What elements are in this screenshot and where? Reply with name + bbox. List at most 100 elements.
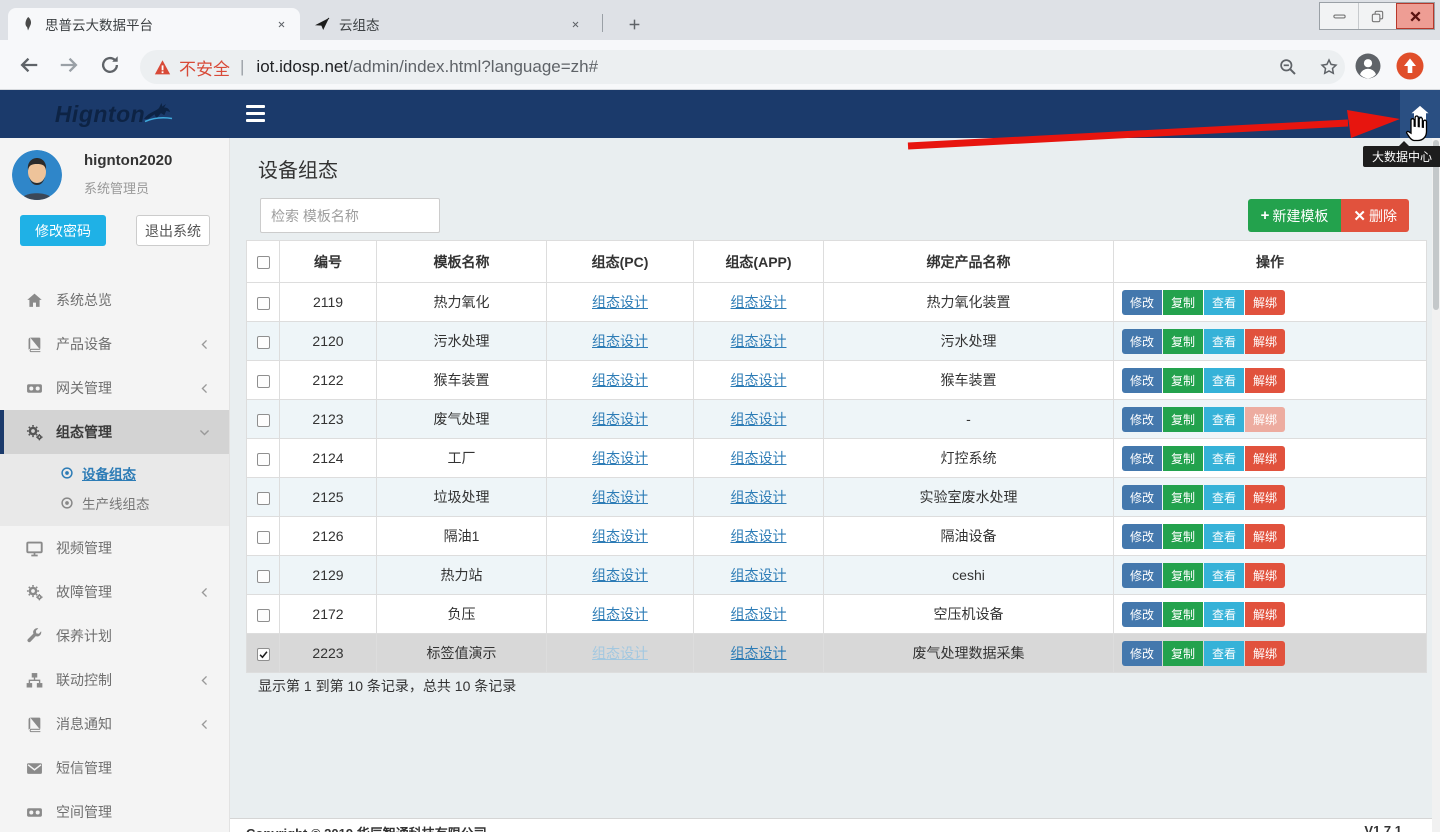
row-checkbox[interactable]: [257, 375, 270, 388]
sidebar-item[interactable]: 空间管理: [0, 790, 229, 832]
tab-close-icon[interactable]: [273, 16, 290, 33]
profile-avatar-icon[interactable]: [1355, 53, 1381, 79]
app-config-link[interactable]: 组态设计: [731, 606, 787, 622]
menu-toggle-button[interactable]: [246, 105, 265, 122]
unbind-button[interactable]: 解绑: [1245, 290, 1285, 315]
sidebar-item[interactable]: 保养计划: [0, 614, 229, 658]
edit-button[interactable]: 修改: [1122, 368, 1162, 393]
edit-button[interactable]: 修改: [1122, 485, 1162, 510]
app-config-link[interactable]: 组态设计: [731, 411, 787, 427]
pc-config-link[interactable]: 组态设计: [592, 450, 648, 466]
copy-button[interactable]: 复制: [1163, 563, 1203, 588]
view-button[interactable]: 查看: [1204, 641, 1244, 666]
row-checkbox[interactable]: [257, 531, 270, 544]
pc-config-link[interactable]: 组态设计: [592, 528, 648, 544]
sidebar-item[interactable]: 视频管理: [0, 526, 229, 570]
copy-button[interactable]: 复制: [1163, 329, 1203, 354]
browser-tab-active[interactable]: 思普云大数据平台: [8, 8, 300, 40]
view-button[interactable]: 查看: [1204, 329, 1244, 354]
change-password-button[interactable]: 修改密码: [20, 215, 106, 246]
sidebar-item[interactable]: 网关管理: [0, 366, 229, 410]
address-bar[interactable]: 不安全 | iot.idosp.net/admin/index.html?lan…: [140, 50, 1345, 84]
edit-button[interactable]: 修改: [1122, 641, 1162, 666]
app-config-link[interactable]: 组态设计: [731, 567, 787, 583]
edit-button[interactable]: 修改: [1122, 563, 1162, 588]
view-button[interactable]: 查看: [1204, 290, 1244, 315]
view-button[interactable]: 查看: [1204, 407, 1244, 432]
sidebar-subitem[interactable]: 设备组态: [0, 458, 229, 488]
view-button[interactable]: 查看: [1204, 368, 1244, 393]
row-checkbox[interactable]: [257, 492, 270, 505]
app-config-link[interactable]: 组态设计: [731, 294, 787, 310]
select-all-checkbox[interactable]: [257, 256, 270, 269]
unbind-button[interactable]: 解绑: [1245, 329, 1285, 354]
unbind-button[interactable]: 解绑: [1245, 368, 1285, 393]
new-tab-button[interactable]: [620, 10, 648, 38]
delete-button[interactable]: ✕删除: [1341, 199, 1409, 232]
unbind-button[interactable]: 解绑: [1245, 602, 1285, 627]
bigdata-home-button[interactable]: [1400, 90, 1440, 138]
row-checkbox[interactable]: [257, 414, 270, 427]
copy-button[interactable]: 复制: [1163, 602, 1203, 627]
extension-icon[interactable]: [1396, 52, 1424, 80]
pc-config-link[interactable]: 组态设计: [592, 333, 648, 349]
bookmark-star-icon[interactable]: [1320, 58, 1338, 76]
copy-button[interactable]: 复制: [1163, 641, 1203, 666]
unbind-button[interactable]: 解绑: [1245, 524, 1285, 549]
view-button[interactable]: 查看: [1204, 602, 1244, 627]
unbind-button[interactable]: 解绑: [1245, 446, 1285, 471]
app-config-link[interactable]: 组态设计: [731, 372, 787, 388]
window-close-button[interactable]: [1396, 3, 1434, 29]
row-checkbox[interactable]: [257, 609, 270, 622]
app-config-link[interactable]: 组态设计: [731, 645, 787, 661]
back-icon[interactable]: [18, 54, 40, 76]
edit-button[interactable]: 修改: [1122, 524, 1162, 549]
view-button[interactable]: 查看: [1204, 524, 1244, 549]
browser-tab-inactive[interactable]: 云组态: [302, 8, 594, 40]
edit-button[interactable]: 修改: [1122, 602, 1162, 627]
copy-button[interactable]: 复制: [1163, 407, 1203, 432]
pc-config-link[interactable]: 组态设计: [592, 567, 648, 583]
pc-config-link[interactable]: 组态设计: [592, 294, 648, 310]
edit-button[interactable]: 修改: [1122, 290, 1162, 315]
app-config-link[interactable]: 组态设计: [731, 489, 787, 505]
app-config-link[interactable]: 组态设计: [731, 333, 787, 349]
sidebar-item[interactable]: 系统总览: [0, 278, 229, 322]
pc-config-link[interactable]: 组态设计: [592, 411, 648, 427]
edit-button[interactable]: 修改: [1122, 446, 1162, 471]
view-button[interactable]: 查看: [1204, 485, 1244, 510]
view-button[interactable]: 查看: [1204, 563, 1244, 588]
row-checkbox[interactable]: [257, 297, 270, 310]
app-config-link[interactable]: 组态设计: [731, 528, 787, 544]
unbind-button[interactable]: 解绑: [1245, 407, 1285, 432]
copy-button[interactable]: 复制: [1163, 368, 1203, 393]
sidebar-item[interactable]: 消息通知: [0, 702, 229, 746]
search-input[interactable]: [260, 198, 440, 233]
sidebar-item[interactable]: 故障管理: [0, 570, 229, 614]
pc-config-link[interactable]: 组态设计: [592, 372, 648, 388]
sidebar-item[interactable]: 产品设备: [0, 322, 229, 366]
sidebar-item[interactable]: 组态管理: [0, 410, 229, 454]
row-checkbox[interactable]: [257, 648, 270, 661]
copy-button[interactable]: 复制: [1163, 446, 1203, 471]
reload-icon[interactable]: [99, 54, 121, 76]
copy-button[interactable]: 复制: [1163, 524, 1203, 549]
pc-config-link[interactable]: 组态设计: [592, 489, 648, 505]
edit-button[interactable]: 修改: [1122, 407, 1162, 432]
copy-button[interactable]: 复制: [1163, 290, 1203, 315]
copy-button[interactable]: 复制: [1163, 485, 1203, 510]
window-restore-button[interactable]: [1358, 3, 1396, 29]
pc-config-link[interactable]: 组态设计: [592, 645, 648, 661]
sidebar-item[interactable]: 联动控制: [0, 658, 229, 702]
row-checkbox[interactable]: [257, 453, 270, 466]
row-checkbox[interactable]: [257, 570, 270, 583]
sidebar-item[interactable]: 短信管理: [0, 746, 229, 790]
tab-close-icon[interactable]: [567, 16, 584, 33]
new-template-button[interactable]: +新建模板: [1248, 199, 1342, 232]
unbind-button[interactable]: 解绑: [1245, 563, 1285, 588]
logout-button[interactable]: 退出系统: [136, 215, 210, 246]
row-checkbox[interactable]: [257, 336, 270, 349]
unbind-button[interactable]: 解绑: [1245, 485, 1285, 510]
edit-button[interactable]: 修改: [1122, 329, 1162, 354]
sidebar-subitem[interactable]: 生产线组态: [0, 488, 229, 518]
